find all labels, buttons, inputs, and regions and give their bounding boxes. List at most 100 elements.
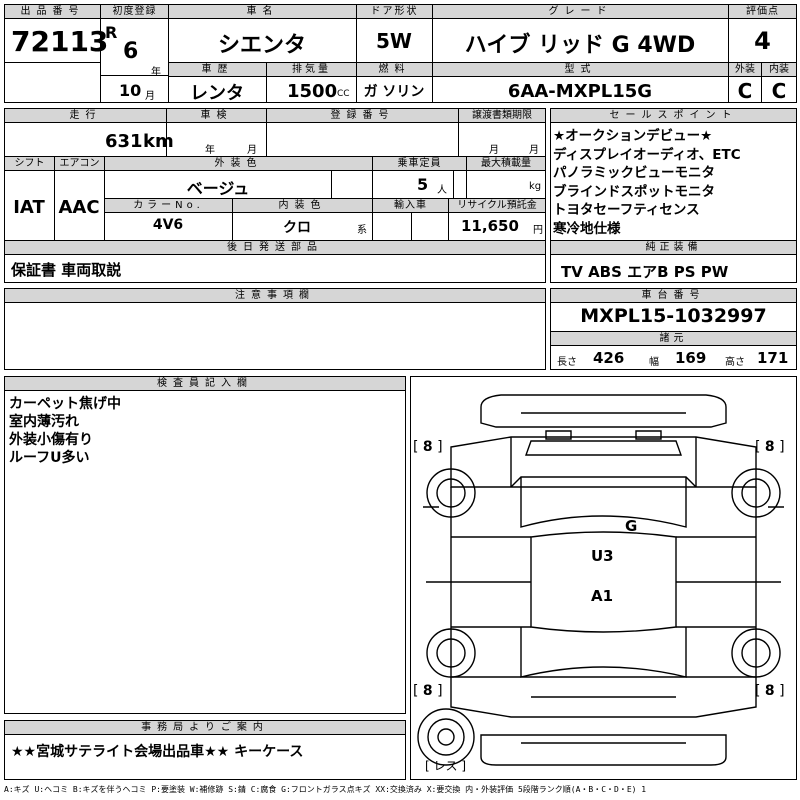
sales-points-label: セールスポイント bbox=[551, 109, 796, 123]
import-label: 輸入車 bbox=[373, 199, 448, 213]
inspector-note: 室内薄汚れ bbox=[9, 414, 79, 430]
int-color-cell: 内装色 クロ 系 bbox=[233, 199, 373, 241]
inspector-block: 検査員記入欄 カーペット焦げ中 室内薄汚れ 外装小傷有り ルーフU多い bbox=[4, 376, 406, 714]
import-cell: 輸入車 bbox=[373, 199, 449, 241]
ext-score: C bbox=[737, 79, 753, 103]
grade-label: グレード bbox=[433, 5, 728, 19]
transfer-month-unit: 月 bbox=[489, 145, 499, 156]
yen-unit: 円 bbox=[533, 225, 543, 236]
tire-rl-depth: [ 8 ] bbox=[413, 683, 443, 699]
max-load-label: 最大積載量 bbox=[467, 157, 545, 171]
door-cell: ドア形状 5W bbox=[357, 5, 433, 63]
insp-year-unit: 年 bbox=[205, 145, 215, 156]
sales-point-item: 寒冷地仕様 bbox=[553, 220, 621, 237]
capacity-cell: 乗車定員 5 人 bbox=[373, 157, 467, 199]
persons-unit: 人 bbox=[437, 185, 447, 196]
first-reg-label: 初度登録 bbox=[101, 5, 168, 19]
notes-block: 注意事項欄 bbox=[4, 288, 546, 370]
color-no: 4V6 bbox=[152, 217, 184, 233]
recycle-label: リサイクル預託金 bbox=[449, 199, 545, 213]
sales-points-block: セールスポイント ★オークションデビュー★ ディスプレイオーディオ、ETC パノ… bbox=[550, 108, 797, 283]
car-name-label: 車名 bbox=[169, 5, 356, 19]
chassis-block: 車台番号 MXPL15-1032997 諸元 長さ 426 幅 169 高さ 1… bbox=[550, 288, 797, 370]
max-load-cell: 最大積載量 kg bbox=[467, 157, 545, 199]
specs-label: 諸元 bbox=[551, 332, 796, 346]
capacity-label: 乗車定員 bbox=[373, 157, 466, 171]
length: 426 bbox=[593, 349, 625, 367]
aircon-label: エアコン bbox=[55, 157, 104, 171]
damage-mark-a1: A1 bbox=[591, 587, 614, 605]
inspector-note: カーペット焦げ中 bbox=[9, 396, 121, 412]
office-note: ★★宮城サテライト会場出品車★★ キーケース bbox=[11, 744, 304, 760]
int-label: 内装 bbox=[762, 63, 796, 77]
later-parts-cell: 後日発送部品 保証書 車両取説 bbox=[5, 241, 545, 282]
score-label: 評価点 bbox=[729, 5, 796, 19]
grade: ハイブ リッド G 4WD bbox=[464, 33, 696, 58]
car-name: シエンタ bbox=[217, 33, 306, 58]
reg-month: 10 bbox=[119, 81, 142, 100]
std-equipment: TV ABS エアB PS PW bbox=[561, 263, 729, 281]
width: 169 bbox=[675, 349, 707, 367]
inspector-label: 検査員記入欄 bbox=[5, 377, 405, 391]
displacement-label: 排気量 bbox=[267, 63, 356, 77]
score-cell: 評価点 4 bbox=[729, 5, 796, 63]
tire-fr-value: 8 bbox=[764, 439, 775, 455]
mileage: 631 bbox=[105, 131, 143, 152]
sales-point-item: ブラインドスポットモニタ bbox=[553, 183, 715, 200]
history-label: 車歴 bbox=[169, 63, 266, 77]
car-diagram-svg bbox=[417, 394, 784, 766]
sales-point-item: ★オークションデビュー★ bbox=[553, 128, 713, 144]
height: 171 bbox=[757, 349, 789, 367]
model-cell: 型式 6AA-MXPL15G bbox=[433, 63, 729, 102]
reg-no-label: 登録番号 bbox=[267, 109, 458, 123]
capacity: 5 bbox=[417, 175, 429, 194]
displacement: 1500 bbox=[287, 81, 338, 102]
chassis-number: MXPL15-1032997 bbox=[580, 305, 767, 327]
door-label: ドア形状 bbox=[357, 5, 432, 19]
tire-rr-value: 8 bbox=[764, 683, 775, 699]
damage-mark-g: G bbox=[625, 517, 638, 535]
reg-year: 6 bbox=[123, 39, 139, 64]
model-code: 6AA-MXPL15G bbox=[507, 81, 653, 102]
vehicle-info-block: 出品番号 72113 初度登録 R 6 年 10 月 車名 シエンタ ドア形状 … bbox=[4, 4, 797, 104]
recycle-fee: 11,650 bbox=[461, 217, 519, 235]
int-score: C bbox=[771, 79, 787, 103]
reg-no-cell: 登録番号 bbox=[267, 109, 459, 157]
aircon: AAC bbox=[58, 197, 100, 218]
kg-unit: kg bbox=[529, 181, 542, 192]
door-type: 5W bbox=[376, 29, 412, 53]
notes-label: 注意事項欄 bbox=[5, 289, 545, 303]
int-score-cell: 内装 C bbox=[762, 63, 796, 103]
tire-fr-depth: [ 8 ] bbox=[755, 439, 785, 455]
shift-label: シフト bbox=[5, 157, 54, 171]
inspector-notes-list: カーペット焦げ中 室内薄汚れ 外装小傷有り ルーフU多い bbox=[9, 395, 121, 467]
sales-points-list: ★オークションデビュー★ ディスプレイオーディオ、ETC パノラミックビューモニ… bbox=[553, 127, 741, 238]
tire-rl-value: 8 bbox=[422, 683, 433, 699]
grade-cell: グレード ハイブ リッド G 4WD bbox=[433, 5, 729, 63]
recycle-cell: リサイクル預託金 11,650 円 bbox=[449, 199, 545, 241]
mileage-label: 走行 bbox=[5, 109, 166, 123]
month-unit: 月 bbox=[145, 91, 155, 102]
fuel-type: ガ ソリン bbox=[363, 84, 425, 100]
sales-point-item: ディスプレイオーディオ、ETC bbox=[553, 146, 741, 163]
lot-number-cell: 出品番号 72113 bbox=[5, 5, 108, 102]
width-label: 幅 bbox=[649, 357, 659, 368]
fuel-label: 燃料 bbox=[357, 63, 432, 77]
height-label: 高さ bbox=[725, 357, 745, 368]
inspector-note: 外装小傷有り bbox=[9, 432, 93, 448]
ext-score-cell: 外装 C bbox=[729, 63, 762, 103]
int-color: クロ bbox=[283, 220, 311, 236]
era: R bbox=[105, 23, 118, 42]
office-block: 事務局よりご案内 ★★宮城サテライト会場出品車★★ キーケース bbox=[4, 720, 406, 780]
displacement-cell: 排気量 1500 CC bbox=[267, 63, 357, 102]
aircon-cell: エアコン AAC bbox=[55, 157, 105, 241]
inspector-note: ルーフU多い bbox=[9, 450, 90, 466]
cc-unit: CC bbox=[337, 89, 350, 99]
chassis-label: 車台番号 bbox=[551, 289, 796, 303]
legend-text: A:キズ U:ヘコミ B:キズを伴うヘコミ P:要塗装 W:補修跡 S:錆 C:… bbox=[4, 785, 647, 794]
mileage-cell: 走行 631 km bbox=[5, 109, 174, 157]
ext-color-label: 外装色 bbox=[105, 157, 372, 171]
sales-point-item: トヨタセーフティセンス bbox=[553, 202, 700, 218]
model-label: 型式 bbox=[433, 63, 728, 77]
color-no-cell: カラーNo. 4V6 bbox=[105, 199, 233, 241]
